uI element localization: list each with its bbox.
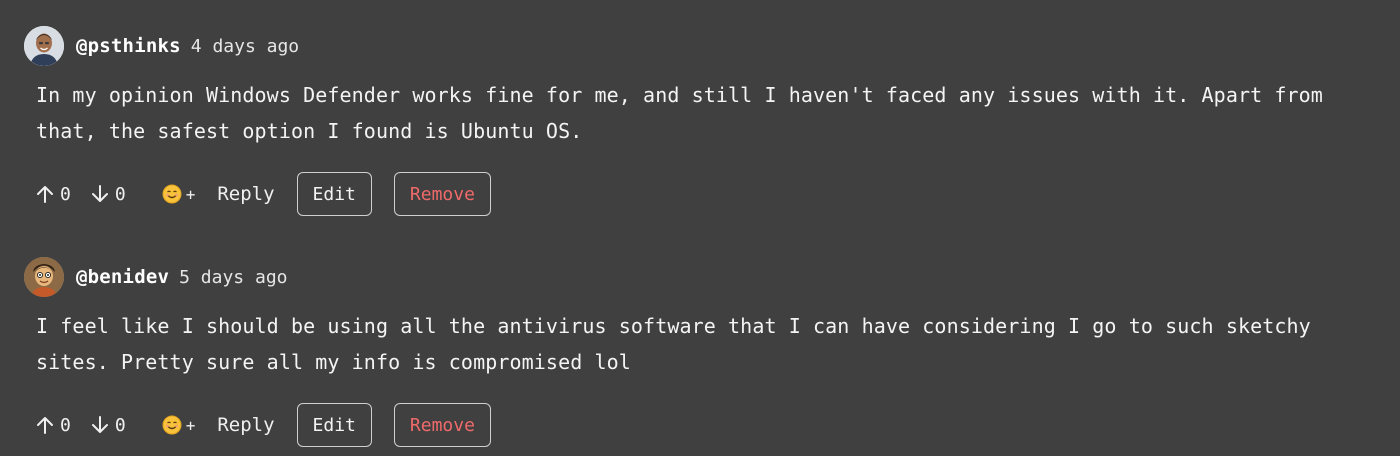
comment-list: @psthinks 4 days ago In my opinion Windo… <box>0 0 1400 456</box>
comment-header: @psthinks 4 days ago <box>24 22 1374 70</box>
comment-actions: 0 0 + Reply Edit Remove <box>34 171 1374 217</box>
comment-actions: 0 0 + Reply Edit Remove <box>34 402 1374 448</box>
comment: @benidev 5 days ago I feel like I should… <box>24 253 1374 448</box>
arrow-up-icon <box>34 183 56 205</box>
plus-label: + <box>185 184 196 204</box>
upvote-count: 0 <box>60 183 71 205</box>
upvote-count: 0 <box>60 414 71 436</box>
edit-button[interactable]: Edit <box>296 172 372 216</box>
add-reaction-button[interactable]: + <box>162 415 196 435</box>
downvote-count: 0 <box>114 183 126 205</box>
comment: @psthinks 4 days ago In my opinion Windo… <box>24 22 1374 217</box>
add-reaction-button[interactable]: + <box>162 184 196 204</box>
downvote-button[interactable]: 0 <box>89 414 126 436</box>
smiley-emoji-icon <box>162 184 182 204</box>
avatar-benidev-icon <box>24 257 64 297</box>
timestamp: 4 days ago <box>190 35 300 57</box>
username[interactable]: @psthinks <box>76 35 181 57</box>
comment-text: I feel like I should be using all the an… <box>36 314 1311 374</box>
edit-button[interactable]: Edit <box>296 403 372 447</box>
comment-text: In my opinion Windows Defender works fin… <box>36 83 1323 143</box>
comment-header: @benidev 5 days ago <box>24 253 1374 301</box>
avatar[interactable] <box>24 26 64 66</box>
avatar[interactable] <box>24 257 64 297</box>
reply-button[interactable]: Reply <box>217 183 274 205</box>
smiley-emoji-icon <box>162 415 182 435</box>
remove-button[interactable]: Remove <box>393 172 491 216</box>
plus-label: + <box>185 415 196 435</box>
remove-button[interactable]: Remove <box>393 403 491 447</box>
arrow-down-icon <box>89 414 111 436</box>
upvote-button[interactable]: 0 <box>34 414 71 436</box>
reply-button[interactable]: Reply <box>217 414 274 436</box>
username[interactable]: @benidev <box>76 266 169 288</box>
downvote-button[interactable]: 0 <box>89 183 126 205</box>
downvote-count: 0 <box>114 414 126 436</box>
upvote-button[interactable]: 0 <box>34 183 71 205</box>
arrow-up-icon <box>34 414 56 436</box>
timestamp: 5 days ago <box>179 266 288 288</box>
avatar-psthinks-icon <box>24 26 64 66</box>
arrow-down-icon <box>89 183 111 205</box>
